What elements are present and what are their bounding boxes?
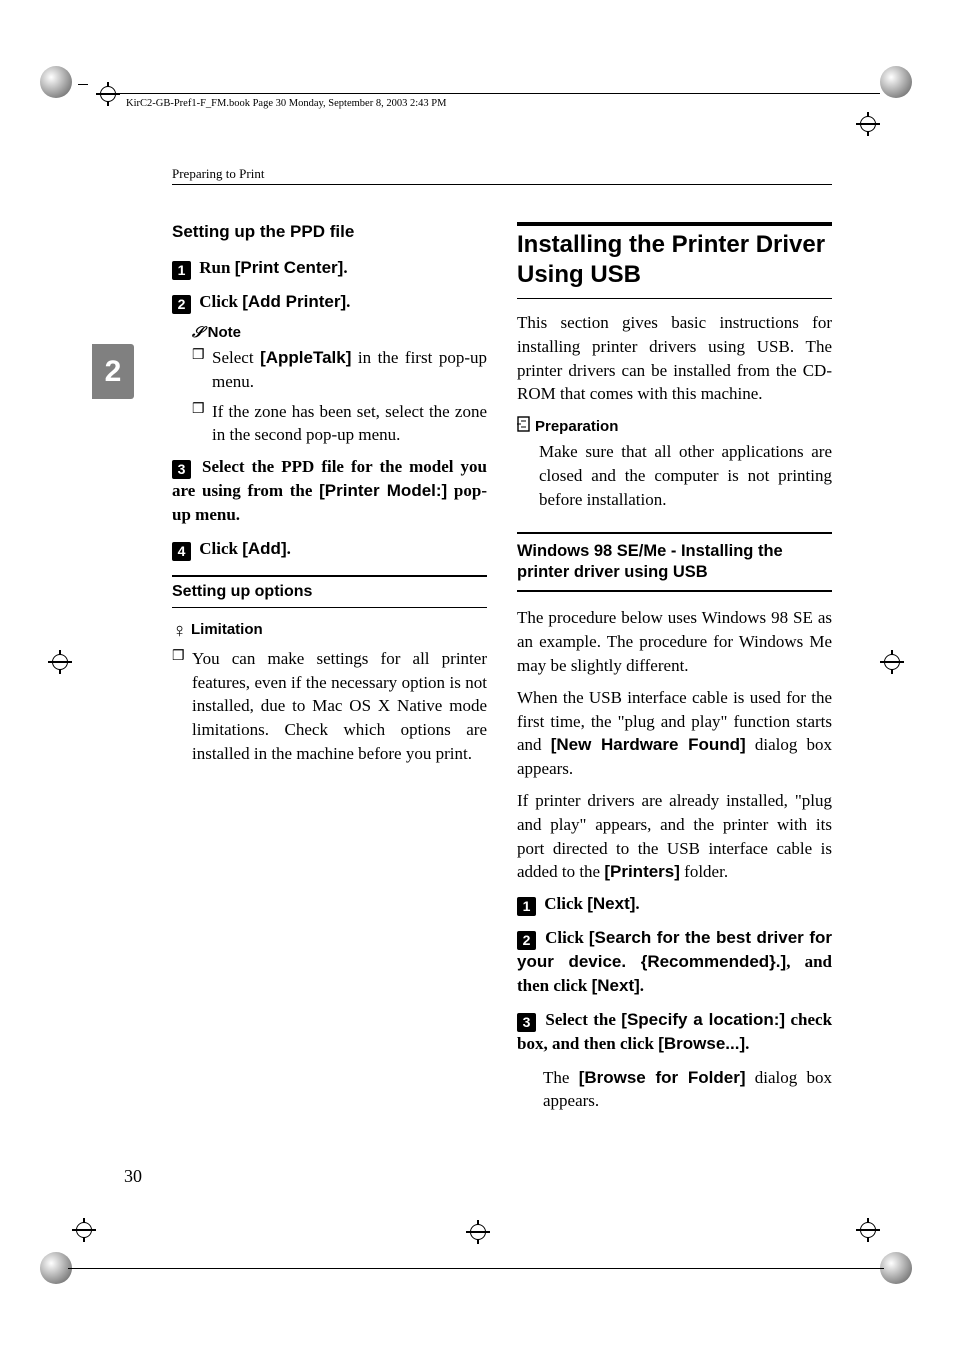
list-item: You can make settings for all printer fe… <box>172 647 487 766</box>
list-item: Select [AppleTalk] in the first pop-up m… <box>192 346 487 394</box>
running-head: Preparing to Print <box>172 166 264 182</box>
ui-printers-folder: [Printers] <box>604 862 680 881</box>
step-number-icon: 2 <box>517 931 536 950</box>
preparation-icon <box>517 416 531 436</box>
step-verb: Click <box>545 928 589 947</box>
step-verb: Click <box>199 292 242 311</box>
step-verb: Run <box>199 258 234 277</box>
crop-rule <box>120 93 880 94</box>
content-area: Setting up the PPD file 1 Run [Print Cen… <box>172 222 832 1123</box>
step-end: . <box>635 894 639 913</box>
step-number-icon: 3 <box>517 1013 536 1032</box>
step-number-icon: 1 <box>517 897 536 916</box>
heading-ppd: Setting up the PPD file <box>172 222 487 242</box>
step-4-left: 4 Click [Add]. <box>172 537 487 561</box>
running-head-rule <box>172 184 832 185</box>
crosshair-icon <box>72 1218 96 1242</box>
intro-para: This section gives basic instructions fo… <box>517 311 832 406</box>
note-icon: 𝒮 <box>192 325 204 341</box>
corner-ornament <box>880 66 912 98</box>
step-end: . <box>287 539 291 558</box>
heading-options: Setting up options <box>172 583 487 601</box>
note-text: If the zone has been set, select the zon… <box>212 402 487 445</box>
ui-specify-location: [Specify a location:] <box>621 1010 785 1029</box>
step-1-right: 1 Click [Next]. <box>517 892 832 916</box>
subsection-options: Setting up options <box>172 575 487 608</box>
note-label: Note <box>208 324 241 341</box>
ui-browse-folder: [Browse for Folder] <box>579 1068 746 1087</box>
p3-post: folder. <box>680 862 728 881</box>
corner-ornament <box>40 66 72 98</box>
ui-next-2: [Next] <box>592 976 640 995</box>
step-end: . <box>346 292 350 311</box>
step-number-icon: 4 <box>172 542 191 561</box>
step-end: . <box>640 976 644 995</box>
ui-print-center: [Print Center] <box>235 258 344 277</box>
ui-browse: [Browse...] <box>658 1034 745 1053</box>
crop-header: KirC2-GB-Pref1-F_FM.book Page 30 Monday,… <box>126 98 446 109</box>
left-column: Setting up the PPD file 1 Run [Print Cen… <box>172 222 487 1123</box>
step-pre: Select the <box>545 1010 621 1029</box>
ui-appletalk: [AppleTalk] <box>260 348 351 367</box>
ui-add-printer: [Add Printer] <box>242 292 346 311</box>
step-verb: Click <box>544 894 587 913</box>
note-list: Select [AppleTalk] in the first pop-up m… <box>192 346 487 447</box>
preparation-label: Preparation <box>535 418 618 435</box>
note-pre: Select <box>212 348 260 367</box>
ui-printer-model: [Printer Model:] <box>319 481 447 500</box>
follow-pre: The <box>543 1068 579 1087</box>
para-1: The procedure below uses Windows 98 SE a… <box>517 606 832 677</box>
limitation-icon: ♀ <box>172 620 187 642</box>
crosshair-icon <box>96 82 120 106</box>
crop-rule <box>68 1268 884 1269</box>
limitation-label: Limitation <box>191 621 263 638</box>
step-3-right: 3 Select the [Specify a location:] check… <box>517 1008 832 1056</box>
step-end: . <box>343 258 347 277</box>
list-item: If the zone has been set, select the zon… <box>192 400 487 448</box>
step-1-left: 1 Run [Print Center]. <box>172 256 487 280</box>
ui-next: [Next] <box>587 894 635 913</box>
step-2-right: 2 Click [Search for the best driver for … <box>517 926 832 998</box>
step-3-left: 3 Select the PPD file for the model you … <box>172 455 487 527</box>
crop-rule <box>78 84 88 85</box>
preparation-heading: Preparation <box>517 416 832 436</box>
right-column: Installing the Printer Driver Using USB … <box>517 222 832 1123</box>
step-end: . <box>745 1034 749 1053</box>
limitation-list: You can make settings for all printer fe… <box>172 647 487 766</box>
ui-new-hardware: [New Hardware Found] <box>551 735 746 754</box>
crosshair-icon <box>880 650 904 674</box>
heading-underline <box>517 298 832 299</box>
step-verb: Click <box>199 539 242 558</box>
para-2: When the USB interface cable is used for… <box>517 686 832 781</box>
heading-usb: Installing the Printer Driver Using USB <box>517 222 832 290</box>
crosshair-icon <box>856 1218 880 1242</box>
subsection-win98: Windows 98 SE/Me - Installing the printe… <box>517 532 832 593</box>
step-number-icon: 1 <box>172 261 191 280</box>
note-heading: 𝒮Note <box>192 324 487 342</box>
crosshair-icon <box>48 650 72 674</box>
para-3: If printer drivers are already installed… <box>517 789 832 884</box>
chapter-tab: 2 <box>92 344 134 399</box>
step-2-left: 2 Click [Add Printer]. <box>172 290 487 314</box>
crosshair-icon <box>856 112 880 136</box>
ui-add: [Add] <box>242 539 286 558</box>
step-3-followup: The [Browse for Folder] dialog box appea… <box>543 1066 832 1114</box>
preparation-body: Make sure that all other applications ar… <box>539 440 832 511</box>
limitation-heading: ♀Limitation <box>172 620 487 643</box>
step-number-icon: 2 <box>172 295 191 314</box>
page-number: 30 <box>124 1166 142 1187</box>
crosshair-icon <box>466 1220 490 1244</box>
corner-ornament <box>880 1252 912 1284</box>
step-number-icon: 3 <box>172 460 191 479</box>
